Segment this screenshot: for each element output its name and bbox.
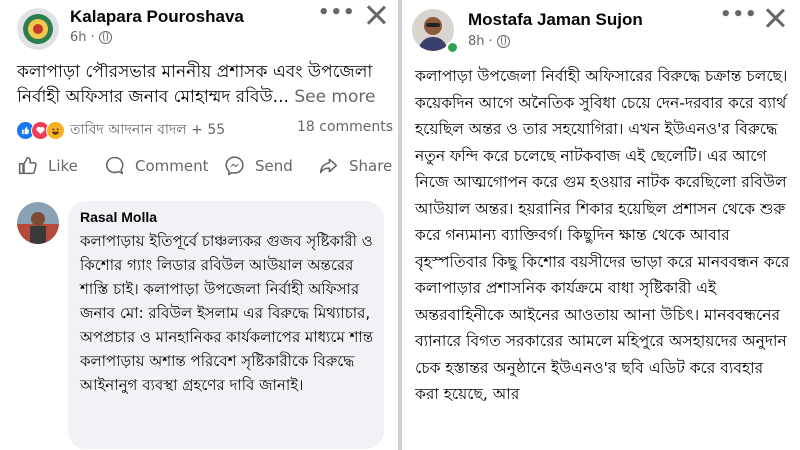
post-time[interactable]: 8h	[468, 34, 485, 49]
post-author-name[interactable]: Kalapara Pouroshava	[70, 7, 244, 27]
post-actions-bar: Like Comment Send Share	[0, 155, 398, 185]
left-post-panel: Kalapara Pouroshava 6h · ••• কলাপাড়া পৌ…	[0, 0, 398, 450]
send-label: Send	[255, 156, 293, 175]
post-meta: 8h ·	[468, 34, 510, 49]
comment-bubble: Rasal Molla কলাপাড়ায় ইতিপূর্বে চাঞ্চল্…	[68, 201, 384, 449]
close-icon[interactable]	[365, 4, 387, 26]
messenger-icon	[225, 156, 244, 176]
more-options-icon[interactable]: •••	[720, 4, 758, 25]
send-button[interactable]: Send	[224, 155, 293, 176]
share-label: Share	[349, 156, 393, 175]
close-icon[interactable]	[764, 7, 786, 29]
share-arrow-icon	[319, 158, 338, 174]
like-button[interactable]: Like	[17, 155, 78, 176]
post-meta: 6h ·	[70, 30, 112, 45]
reactions-summary[interactable]: তাবিদ আদনান বাদল + 55	[16, 118, 225, 142]
comment-author[interactable]: Rasal Molla	[80, 209, 157, 225]
globe-icon	[98, 31, 112, 44]
online-status-dot	[446, 41, 459, 54]
post-time[interactable]: 6h	[70, 30, 87, 45]
thumbs-up-icon	[18, 156, 37, 175]
post-body-text: কলাপাড়া উপজেলা নির্বাহী অফিসারের বিরুদ্…	[415, 67, 790, 403]
page-avatar[interactable]	[17, 8, 59, 50]
reactor-names: তাবিদ আদনান বাদল + 55	[70, 122, 226, 138]
see-more-link[interactable]: See more	[294, 87, 375, 107]
comment-button[interactable]: Comment	[104, 155, 209, 176]
commenter-avatar[interactable]	[17, 202, 59, 244]
globe-icon	[496, 35, 510, 48]
share-button[interactable]: Share	[318, 155, 392, 176]
like-label: Like	[48, 156, 78, 175]
comment-text: কলাপাড়ায় ইতিপূর্বে চাঞ্চল্যকর গুজব সৃষ…	[80, 232, 374, 394]
post-author-name[interactable]: Mostafa Jaman Sujon	[468, 10, 643, 30]
comment-label: Comment	[135, 156, 209, 175]
right-post-panel: Mostafa Jaman Sujon 8h · ••• কলাপাড়া উপ…	[402, 0, 800, 450]
haha-reaction-icon	[46, 120, 65, 140]
comments-count[interactable]: 18 comments	[297, 119, 393, 135]
post-body: কলাপাড়া পৌরসভার মাননীয় প্রশাসক এবং উপজ…	[17, 60, 387, 110]
comment-bubble-icon	[105, 156, 124, 175]
post-body: কলাপাড়া উপজেলা নির্বাহী অফিসারের বিরুদ্…	[415, 63, 791, 408]
more-options-icon[interactable]: •••	[318, 2, 356, 23]
